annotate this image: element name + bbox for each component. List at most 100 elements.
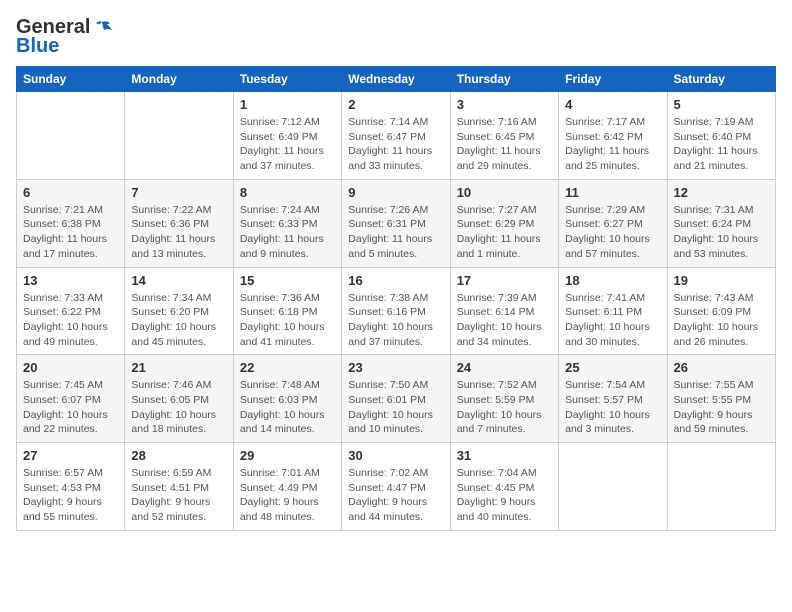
- day-number: 14: [131, 273, 226, 288]
- weekday-header-thursday: Thursday: [450, 67, 558, 92]
- day-number: 22: [240, 360, 335, 375]
- calendar-cell: [125, 92, 233, 180]
- calendar-cell: 26Sunrise: 7:55 AM Sunset: 5:55 PM Dayli…: [667, 355, 775, 443]
- day-info: Sunrise: 7:21 AM Sunset: 6:38 PM Dayligh…: [23, 203, 118, 262]
- calendar-cell: 23 Sunrise: 7:50 AM Sunset: 6:01 PM Dayli…: [342, 355, 450, 443]
- calendar-cell: 19 Sunrise: 7:43 AM Sunset: 6:09 PM Dayli…: [667, 267, 775, 355]
- day-info: Sunrise: 7:27 AM Sunset: 6:29 PM Dayligh…: [457, 203, 552, 262]
- weekday-header-monday: Monday: [125, 67, 233, 92]
- weekday-header-saturday: Saturday: [667, 67, 775, 92]
- day-info: Sunrise: 7:01 AM Sunset: 4:49 PM Dayligh…: [240, 466, 335, 525]
- day-number: 11: [565, 185, 660, 200]
- weekday-header-friday: Friday: [559, 67, 667, 92]
- day-info: Sunrise: 7:12 AM Sunset: 6:49 PM Dayligh…: [240, 115, 335, 174]
- day-number: 30: [348, 448, 443, 463]
- calendar-cell: 7 Sunrise: 7:22 AM Sunset: 6:36 PM Daylig…: [125, 179, 233, 267]
- day-info: Sunrise: 7:26 AM Sunset: 6:31 PM Dayligh…: [348, 203, 443, 262]
- day-info: Sunrise: 7:22 AM Sunset: 6:36 PM Dayligh…: [131, 203, 226, 262]
- day-info: Sunrise: 7:41 AM Sunset: 6:11 PM Dayligh…: [565, 291, 660, 350]
- calendar-cell: 24 Sunrise: 7:52 AM Sunset: 5:59 PM Dayli…: [450, 355, 558, 443]
- day-info: Sunrise: 7:04 AM Sunset: 4:45 PM Dayligh…: [457, 466, 552, 525]
- day-info: Sunrise: 7:43 AM Sunset: 6:09 PM Dayligh…: [674, 291, 769, 350]
- day-number: 6: [23, 185, 118, 200]
- calendar-cell: 10 Sunrise: 7:27 AM Sunset: 6:29 PM Dayli…: [450, 179, 558, 267]
- calendar-cell: 16 Sunrise: 7:38 AM Sunset: 6:16 PM Dayli…: [342, 267, 450, 355]
- calendar-cell: [667, 443, 775, 531]
- day-number: 31: [457, 448, 552, 463]
- calendar-cell: 20 Sunrise: 7:45 AM Sunset: 6:07 PM Dayli…: [17, 355, 125, 443]
- day-number: 28: [131, 448, 226, 463]
- day-info: Sunrise: 7:14 AM Sunset: 6:47 PM Dayligh…: [348, 115, 443, 174]
- day-info: Sunrise: 7:36 AM Sunset: 6:18 PM Dayligh…: [240, 291, 335, 350]
- weekday-header-tuesday: Tuesday: [233, 67, 341, 92]
- calendar-cell: 17Sunrise: 7:39 AM Sunset: 6:14 PM Dayli…: [450, 267, 558, 355]
- day-info: Sunrise: 7:54 AM Sunset: 5:57 PM Dayligh…: [565, 378, 660, 437]
- day-info: Sunrise: 7:02 AM Sunset: 4:47 PM Dayligh…: [348, 466, 443, 525]
- calendar-cell: 11Sunrise: 7:29 AM Sunset: 6:27 PM Dayli…: [559, 179, 667, 267]
- day-number: 27: [23, 448, 118, 463]
- day-info: Sunrise: 7:45 AM Sunset: 6:07 PM Dayligh…: [23, 378, 118, 437]
- day-number: 9: [348, 185, 443, 200]
- calendar-cell: 29 Sunrise: 7:01 AM Sunset: 4:49 PM Dayli…: [233, 443, 341, 531]
- day-info: Sunrise: 7:31 AM Sunset: 6:24 PM Dayligh…: [674, 203, 769, 262]
- day-number: 18: [565, 273, 660, 288]
- day-number: 24: [457, 360, 552, 375]
- calendar-cell: 21 Sunrise: 7:46 AM Sunset: 6:05 PM Dayli…: [125, 355, 233, 443]
- weekday-header-wednesday: Wednesday: [342, 67, 450, 92]
- calendar-cell: [17, 92, 125, 180]
- day-number: 20: [23, 360, 118, 375]
- day-number: 25: [565, 360, 660, 375]
- day-number: 23: [348, 360, 443, 375]
- day-info: Sunrise: 7:38 AM Sunset: 6:16 PM Dayligh…: [348, 291, 443, 350]
- calendar-cell: 3Sunrise: 7:16 AM Sunset: 6:45 PM Daylig…: [450, 92, 558, 180]
- day-info: Sunrise: 7:34 AM Sunset: 6:20 PM Dayligh…: [131, 291, 226, 350]
- calendar-cell: 12 Sunrise: 7:31 AM Sunset: 6:24 PM Dayli…: [667, 179, 775, 267]
- calendar-cell: 13 Sunrise: 7:33 AM Sunset: 6:22 PM Dayli…: [17, 267, 125, 355]
- calendar-cell: 25 Sunrise: 7:54 AM Sunset: 5:57 PM Dayli…: [559, 355, 667, 443]
- day-number: 26: [674, 360, 769, 375]
- weekday-header-sunday: Sunday: [17, 67, 125, 92]
- day-number: 7: [131, 185, 226, 200]
- logo-bird-icon: [92, 20, 114, 36]
- day-number: 21: [131, 360, 226, 375]
- day-number: 19: [674, 273, 769, 288]
- day-number: 4: [565, 97, 660, 112]
- day-info: Sunrise: 7:33 AM Sunset: 6:22 PM Dayligh…: [23, 291, 118, 350]
- calendar-cell: 27Sunrise: 6:57 AM Sunset: 4:53 PM Dayli…: [17, 443, 125, 531]
- calendar-cell: 5 Sunrise: 7:19 AM Sunset: 6:40 PM Daylig…: [667, 92, 775, 180]
- day-info: Sunrise: 7:24 AM Sunset: 6:33 PM Dayligh…: [240, 203, 335, 262]
- day-info: Sunrise: 6:59 AM Sunset: 4:51 PM Dayligh…: [131, 466, 226, 525]
- calendar-cell: 30 Sunrise: 7:02 AM Sunset: 4:47 PM Dayli…: [342, 443, 450, 531]
- day-number: 10: [457, 185, 552, 200]
- calendar-cell: 9 Sunrise: 7:26 AM Sunset: 6:31 PM Daylig…: [342, 179, 450, 267]
- calendar-cell: 1 Sunrise: 7:12 AM Sunset: 6:49 PM Daylig…: [233, 92, 341, 180]
- logo-blue: Blue: [16, 35, 59, 58]
- calendar-cell: 6 Sunrise: 7:21 AM Sunset: 6:38 PM Daylig…: [17, 179, 125, 267]
- day-info: Sunrise: 7:46 AM Sunset: 6:05 PM Dayligh…: [131, 378, 226, 437]
- day-info: Sunrise: 7:39 AM Sunset: 6:14 PM Dayligh…: [457, 291, 552, 350]
- day-number: 16: [348, 273, 443, 288]
- day-number: 2: [348, 97, 443, 112]
- calendar-cell: 4 Sunrise: 7:17 AM Sunset: 6:42 PM Daylig…: [559, 92, 667, 180]
- day-number: 5: [674, 97, 769, 112]
- calendar-table: SundayMondayTuesdayWednesdayThursdayFrid…: [16, 66, 776, 531]
- logo: General Blue: [16, 16, 114, 58]
- day-number: 13: [23, 273, 118, 288]
- calendar-cell: 18 Sunrise: 7:41 AM Sunset: 6:11 PM Dayli…: [559, 267, 667, 355]
- day-info: Sunrise: 7:52 AM Sunset: 5:59 PM Dayligh…: [457, 378, 552, 437]
- day-info: Sunrise: 7:19 AM Sunset: 6:40 PM Dayligh…: [674, 115, 769, 174]
- day-number: 1: [240, 97, 335, 112]
- calendar-cell: 8 Sunrise: 7:24 AM Sunset: 6:33 PM Daylig…: [233, 179, 341, 267]
- calendar-cell: [559, 443, 667, 531]
- day-number: 12: [674, 185, 769, 200]
- day-info: Sunrise: 7:16 AM Sunset: 6:45 PM Dayligh…: [457, 115, 552, 174]
- calendar-cell: 2 Sunrise: 7:14 AM Sunset: 6:47 PM Daylig…: [342, 92, 450, 180]
- day-number: 29: [240, 448, 335, 463]
- day-number: 8: [240, 185, 335, 200]
- calendar-cell: 14 Sunrise: 7:34 AM Sunset: 6:20 PM Dayli…: [125, 267, 233, 355]
- page-header: General Blue: [16, 16, 776, 58]
- day-info: Sunrise: 7:17 AM Sunset: 6:42 PM Dayligh…: [565, 115, 660, 174]
- calendar-cell: 31 Sunrise: 7:04 AM Sunset: 4:45 PM Dayli…: [450, 443, 558, 531]
- day-info: Sunrise: 7:48 AM Sunset: 6:03 PM Dayligh…: [240, 378, 335, 437]
- day-info: Sunrise: 7:50 AM Sunset: 6:01 PM Dayligh…: [348, 378, 443, 437]
